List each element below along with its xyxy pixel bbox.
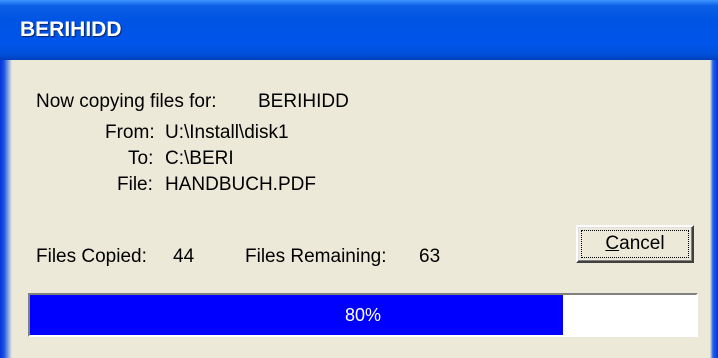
files-remaining-label: Files Remaining: bbox=[245, 246, 387, 267]
product-name: BERIHIDD bbox=[258, 91, 349, 112]
window-frame-left bbox=[0, 60, 12, 358]
from-label: From: bbox=[105, 122, 155, 143]
cancel-button[interactable]: Cancel bbox=[576, 225, 694, 263]
installer-progress-dialog: BERIHIDD Now copying files for: BERIHIDD… bbox=[0, 0, 718, 358]
to-path: C:\BERI bbox=[165, 148, 234, 169]
cancel-button-label-rest: ancel bbox=[619, 233, 665, 254]
cancel-button-focus-rect: Cancel bbox=[581, 230, 689, 258]
window-title: BERIHIDD bbox=[20, 18, 122, 41]
cancel-mnemonic: C bbox=[605, 233, 620, 254]
files-remaining-count: 63 bbox=[419, 246, 441, 267]
title-bar[interactable]: BERIHIDD bbox=[0, 0, 718, 60]
copy-progress-bar: 80% bbox=[28, 293, 698, 337]
copying-prefix-label: Now copying files for: bbox=[36, 91, 217, 112]
to-label: To: bbox=[128, 148, 154, 169]
file-label: File: bbox=[117, 174, 153, 195]
files-copied-count: 44 bbox=[173, 246, 195, 267]
window-frame-right bbox=[710, 60, 718, 358]
current-file-name: HANDBUCH.PDF bbox=[165, 174, 316, 195]
from-path: U:\Install\disk1 bbox=[165, 122, 289, 143]
progress-percent-label: 80% bbox=[344, 304, 382, 325]
files-copied-label: Files Copied: bbox=[36, 246, 147, 267]
